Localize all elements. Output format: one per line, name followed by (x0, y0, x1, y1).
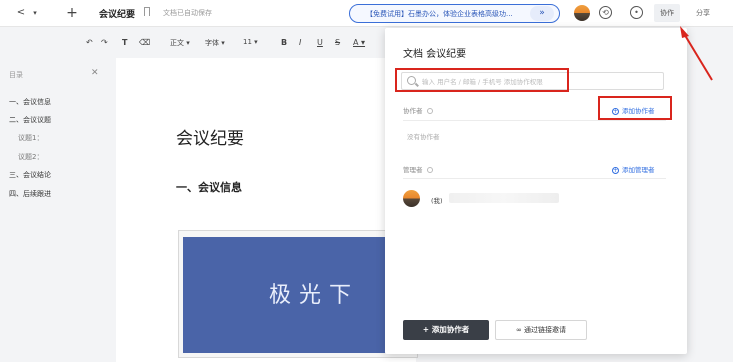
back-dropdown-icon[interactable]: ▾ (30, 5, 40, 21)
outline-item[interactable]: 一、会议信息 (9, 97, 51, 107)
font-family-select[interactable]: 字体 ▾ (205, 38, 225, 48)
empty-collaborators: 没有协作者 (407, 133, 440, 141)
document-title[interactable]: 会议纪要 (99, 7, 135, 20)
format-toolbar: ↶ ↷ T ⌫ 正文 ▾ 字体 ▾ 11 ▾ B I U S A ▾ (0, 35, 390, 53)
italic-button[interactable]: I (299, 38, 301, 47)
promo-more-icon[interactable]: » (530, 6, 554, 21)
undo-icon[interactable]: ↶ (86, 38, 93, 47)
add-admin-label: 添加管理者 (622, 166, 655, 174)
notification-icon[interactable]: • (630, 6, 643, 19)
collaborators-label-text: 协作者 (403, 107, 423, 115)
annotation-highlight-search (395, 68, 569, 92)
document-page[interactable]: 会议纪要 一、会议信息 极光下 (116, 58, 419, 362)
paragraph-style-select[interactable]: 正文 ▾ (170, 38, 190, 48)
embedded-slide[interactable]: 极光下 (178, 230, 419, 358)
panel-title: 文档 会议纪要 (403, 49, 467, 60)
outline-item[interactable]: 议题1： (18, 133, 43, 143)
tab-share[interactable]: 分享 (690, 4, 716, 22)
collaboration-panel: 文档 会议纪要 协作者 +添加协作者 没有协作者 管理者 +添加管理者 (我) … (385, 28, 687, 354)
back-icon[interactable]: < (16, 5, 26, 21)
slide-text: 极光下 (269, 283, 360, 308)
font-size-select[interactable]: 11 ▾ (243, 38, 258, 46)
outline-item[interactable]: 四、后续跟进 (9, 189, 51, 199)
annotation-highlight-add (598, 96, 672, 120)
user-avatar[interactable] (574, 5, 590, 21)
top-bar: < ▾ + 会议纪要 文档已自动保存 【免费试用】石墨办公，体验企业表格高级功.… (0, 0, 733, 27)
outline-item[interactable]: 议题2： (18, 152, 43, 162)
new-icon[interactable]: + (65, 5, 79, 21)
slide-preview: 极光下 (183, 237, 419, 353)
strikethrough-button[interactable]: S (335, 38, 340, 47)
promo-text: 【免费试用】石墨办公，体验企业表格高级功... (366, 10, 513, 18)
outline-title: 目录 (9, 71, 23, 79)
underline-button[interactable]: U (317, 38, 323, 47)
close-icon[interactable]: ✕ (91, 68, 99, 78)
link-invite-label: 通过链接邀请 (524, 326, 567, 334)
divider (403, 178, 666, 179)
help-icon[interactable] (426, 167, 433, 173)
add-collaborator-button[interactable]: + 添加协作者 (403, 320, 489, 340)
promo-banner[interactable]: 【免费试用】石墨办公，体验企业表格高级功... » (349, 4, 560, 23)
clear-format-icon[interactable]: ⌫ (139, 38, 150, 47)
redo-icon[interactable]: ↷ (101, 38, 108, 47)
outline-item[interactable]: 三、会议结论 (9, 170, 51, 180)
add-admin-link[interactable]: + 添加管理者 (612, 164, 655, 174)
outline-item[interactable]: 二、会议议题 (9, 115, 51, 125)
plus-circle-icon: + (612, 166, 619, 174)
help-icon[interactable] (426, 108, 433, 114)
avatar (403, 190, 420, 207)
heading-2[interactable]: 一、会议信息 (176, 179, 242, 195)
link-icon: ∞ (515, 326, 525, 334)
collaborators-label: 协作者 (403, 105, 433, 115)
bookmark-icon[interactable] (144, 7, 150, 16)
link-invite-button[interactable]: ∞ 通过链接邀请 (495, 320, 587, 340)
history-icon[interactable]: ⟲ (599, 6, 612, 19)
blurred-name (449, 193, 559, 203)
font-color-button[interactable]: A ▾ (353, 38, 365, 47)
format-paint-icon[interactable]: T (122, 38, 127, 47)
tab-collaborate[interactable]: 协作 (654, 4, 680, 22)
admins-label-text: 管理者 (403, 166, 423, 174)
autosave-status: 文档已自动保存 (163, 9, 212, 17)
admins-label: 管理者 (403, 164, 433, 174)
divider (403, 120, 666, 121)
bold-button[interactable]: B (281, 38, 287, 47)
heading-1[interactable]: 会议纪要 (176, 124, 244, 149)
admin-me-label: (我) (431, 197, 443, 205)
